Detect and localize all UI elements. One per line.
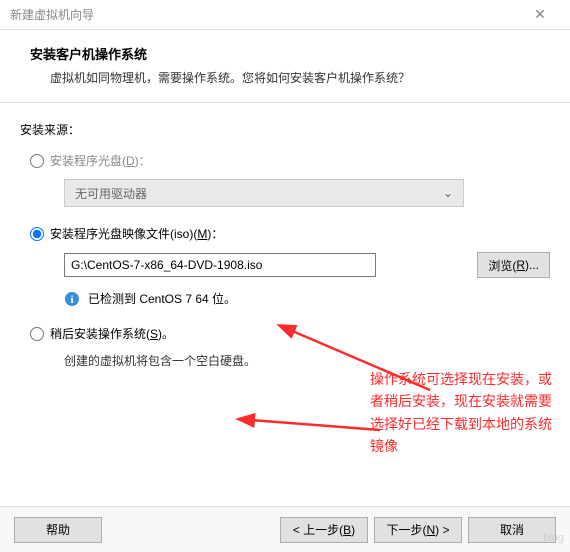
radio-iso-label: 安装程序光盘映像文件(iso)(M)： [50,225,223,242]
drive-combo[interactable]: 无可用驱动器 ⌄ [64,179,464,207]
drive-combo-text: 无可用驱动器 [75,185,147,202]
next-button[interactable]: 下一步(N) > [374,517,462,543]
iso-detected-row: i 已检测到 CentOS 7 64 位。 [64,290,550,307]
radio-install-later[interactable]: 稍后安装操作系统(S)。 [30,325,550,342]
radio-disc-input[interactable] [30,154,44,168]
titlebar: 新建虚拟机向导 ✕ [0,0,570,30]
wizard-header: 安装客户机操作系统 虚拟机如同物理机，需要操作系统。您将如何安装客户机操作系统？ [0,30,570,103]
radio-later-label: 稍后安装操作系统(S)。 [50,325,174,342]
browse-button[interactable]: 浏览(R)... [477,252,550,278]
back-button[interactable]: < 上一步(B) [280,517,368,543]
page-title: 安装客户机操作系统 [30,44,540,63]
iso-detected-text: 已检测到 CentOS 7 64 位。 [88,290,236,307]
radio-disc-label: 安装程序光盘(D)： [50,152,151,169]
install-later-hint: 创建的虚拟机将包含一个空白硬盘。 [64,352,550,369]
wizard-content: 安装来源： 安装程序光盘(D)： 无可用驱动器 ⌄ 安装程序光盘映像文件(iso… [0,103,570,389]
iso-path-input[interactable]: G:\CentOS-7-x86_64-DVD-1908.iso [64,253,376,277]
window-close-button[interactable]: ✕ [520,6,560,23]
page-subtitle: 虚拟机如同物理机，需要操作系统。您将如何安装客户机操作系统？ [30,69,540,86]
svg-text:i: i [70,294,73,306]
radio-installer-disc[interactable]: 安装程序光盘(D)： [30,152,550,169]
wizard-footer: 帮助 < 上一步(B) 下一步(N) > 取消 [0,506,570,552]
info-icon: i [64,291,80,307]
install-source-label: 安装来源： [20,121,550,138]
cancel-button[interactable]: 取消 [468,517,556,543]
radio-iso-input[interactable] [30,227,44,241]
help-button[interactable]: 帮助 [14,517,102,543]
chevron-down-icon: ⌄ [443,186,453,200]
window-title: 新建虚拟机向导 [10,6,520,23]
radio-iso-file[interactable]: 安装程序光盘映像文件(iso)(M)： [30,225,550,242]
radio-later-input[interactable] [30,327,44,341]
